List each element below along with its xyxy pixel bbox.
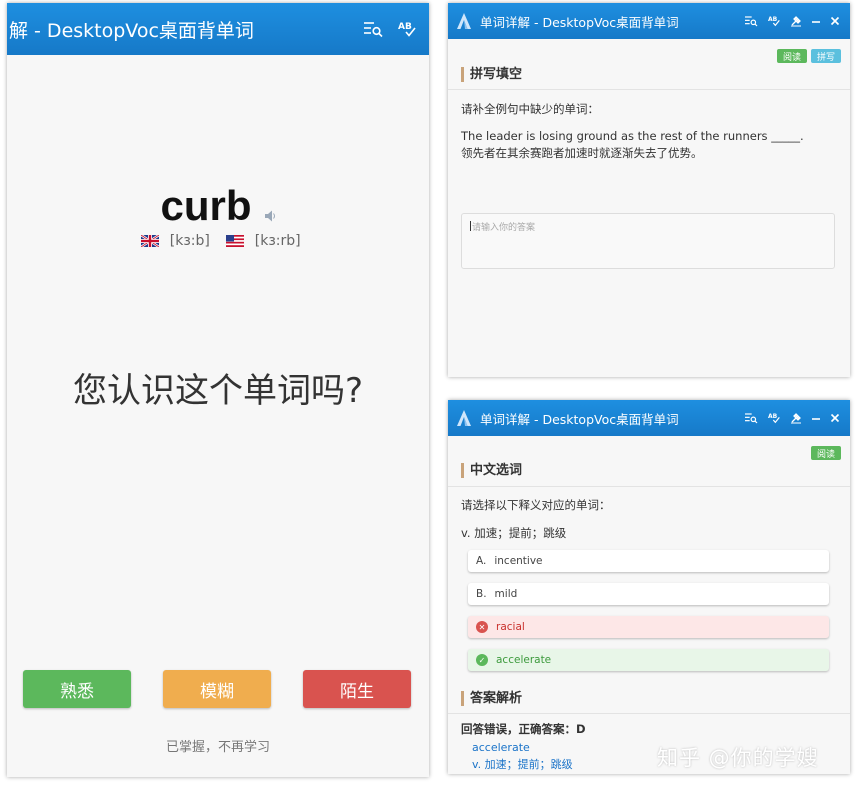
check-icon: ✓ xyxy=(476,654,488,666)
answer-input[interactable]: 请输入你的答案 xyxy=(461,213,835,269)
option-letter: B. xyxy=(476,588,487,600)
watermark: 知乎 @你的学嫂 xyxy=(657,746,819,770)
svg-text:AB: AB xyxy=(768,413,778,420)
pin-icon[interactable] xyxy=(790,15,802,27)
divider xyxy=(448,89,850,90)
option-b[interactable]: B. mild xyxy=(468,583,829,605)
us-phonetic: [kɜ:rb] xyxy=(254,233,301,249)
spellcheck-icon[interactable]: AB xyxy=(767,412,781,424)
word-display: curb xyxy=(7,179,429,233)
minimize-icon[interactable] xyxy=(811,413,821,423)
answer-placeholder: 请输入你的答案 xyxy=(472,223,536,233)
uk-phonetic: [kɜ:b] xyxy=(169,233,210,249)
choice-window: 单词详解 - DesktopVoc桌面背单词 AB 阅读 中文选词 请选择以下释… xyxy=(448,400,850,774)
list-search-icon[interactable] xyxy=(744,15,758,27)
window-title: 单词详解 - DesktopVoc桌面背单词 xyxy=(480,14,679,30)
list-search-icon[interactable] xyxy=(363,20,383,38)
window-title: 单词详解 - DesktopVoc桌面背单词 xyxy=(480,411,679,427)
option-c-wrong[interactable]: ✕ racial xyxy=(468,616,829,638)
option-a[interactable]: A. incentive xyxy=(468,550,829,572)
instruction-text: 请补全例句中缺少的单词： xyxy=(461,102,599,116)
svg-text:AB: AB xyxy=(398,22,412,32)
close-icon[interactable] xyxy=(830,413,840,423)
result-text: 回答错误，正确答案：D xyxy=(461,722,586,736)
us-flag-icon[interactable] xyxy=(226,235,245,251)
option-text: mild xyxy=(494,588,518,600)
spellcheck-icon[interactable]: AB xyxy=(767,15,781,27)
answer-buttons: 熟悉 模糊 陌生 xyxy=(23,670,413,708)
title-bar[interactable]: 单词详解 - DesktopVoc桌面背单词 AB xyxy=(448,400,850,436)
mastered-link[interactable]: 已掌握，不再学习 xyxy=(7,736,429,755)
analysis-title: 答案解析 xyxy=(461,691,522,706)
recognition-question: 您认识这个单词吗? xyxy=(72,371,364,411)
section-title: 中文选词 xyxy=(461,463,522,478)
uk-flag-icon[interactable] xyxy=(140,234,161,251)
spell-tag[interactable]: 拼写 xyxy=(811,49,842,63)
spelling-window: 单词详解 - DesktopVoc桌面背单词 AB 阅读 拼写 拼写填空 请补全… xyxy=(448,3,850,377)
option-d-correct[interactable]: ✓ accelerate xyxy=(468,649,829,671)
divider xyxy=(448,713,850,714)
example-sentence-cn: 领先者在其余赛跑者加速时就逐渐失去了优势。 xyxy=(461,146,703,160)
section-title: 拼写填空 xyxy=(461,67,522,82)
pin-icon[interactable] xyxy=(790,412,802,424)
strange-button[interactable]: 陌生 xyxy=(303,670,411,708)
vague-button[interactable]: 模糊 xyxy=(163,670,271,708)
word-card-window: 解 - DesktopVoc桌面背单词 AB curb [kɜ:b] [kɜ:r… xyxy=(7,3,429,777)
speaker-icon[interactable] xyxy=(264,185,276,233)
divider xyxy=(448,486,850,487)
definition-text: v. 加速；提前；跳级 xyxy=(461,526,567,540)
familiar-button[interactable]: 熟悉 xyxy=(23,670,131,708)
option-text: racial xyxy=(496,621,525,633)
title-bar[interactable]: 单词详解 - DesktopVoc桌面背单词 AB xyxy=(448,3,850,39)
app-logo-icon xyxy=(456,12,472,30)
answer-word-link[interactable]: accelerate xyxy=(472,741,530,754)
wrong-icon: ✕ xyxy=(476,621,488,633)
app-logo-icon xyxy=(456,409,472,427)
example-sentence-en: The leader is losing ground as the rest … xyxy=(461,129,804,143)
title-bar[interactable]: 解 - DesktopVoc桌面背单词 AB xyxy=(7,3,429,55)
answer-definition: v. 加速；提前；跳级 xyxy=(472,758,573,771)
text-caret xyxy=(470,221,471,231)
phonetics: [kɜ:b] [kɜ:rb] xyxy=(7,233,429,251)
list-search-icon[interactable] xyxy=(744,412,758,424)
read-tag[interactable]: 阅读 xyxy=(777,49,808,63)
instruction-text: 请选择以下释义对应的单词： xyxy=(461,498,611,512)
window-title: 解 - DesktopVoc桌面背单词 xyxy=(9,19,254,42)
minimize-icon[interactable] xyxy=(811,16,821,26)
read-tag[interactable]: 阅读 xyxy=(811,446,842,460)
svg-text:AB: AB xyxy=(768,16,778,23)
spellcheck-icon[interactable]: AB xyxy=(397,20,417,38)
option-text: accelerate xyxy=(496,654,552,666)
option-text: incentive xyxy=(494,555,543,567)
close-icon[interactable] xyxy=(830,16,840,26)
option-letter: A. xyxy=(476,555,487,567)
word-text: curb xyxy=(160,182,252,229)
